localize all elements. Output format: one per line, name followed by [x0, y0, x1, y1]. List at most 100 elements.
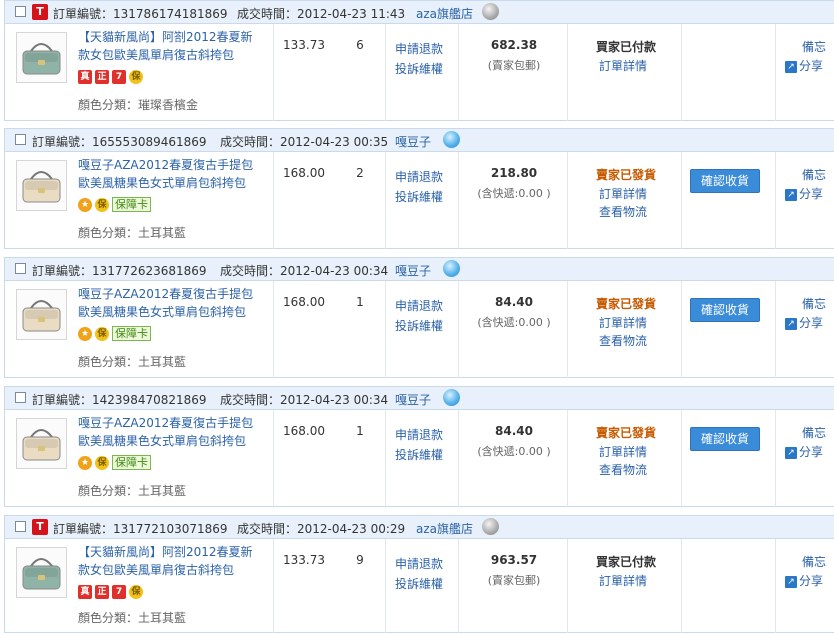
product-title-link[interactable]: 嘎豆子AZA2012春夏復古手提包歐美風糖果色女式單肩包斜挎包 — [78, 156, 263, 192]
product-thumbnail[interactable] — [16, 547, 67, 598]
confirm-receipt-button[interactable]: 確認收貨 — [690, 427, 760, 451]
shipping-note: (賣家包郵) — [487, 59, 541, 72]
refund-link[interactable]: 申請退款 — [395, 168, 443, 185]
view-logistics-link[interactable]: 查看物流 — [599, 332, 647, 349]
refund-link[interactable]: 申請退款 — [395, 297, 443, 314]
wangwang-chat-icon[interactable] — [443, 260, 460, 277]
column-divider — [458, 24, 459, 121]
product-title-link[interactable]: 嘎豆子AZA2012春夏復古手提包歐美風糖果色女式單肩包斜挎包 — [78, 285, 263, 321]
order-detail-link[interactable]: 訂單詳情 — [599, 314, 647, 331]
medal-icon[interactable]: ★ — [78, 455, 92, 470]
service-badge-icon[interactable]: 正 — [95, 584, 109, 599]
product-thumbnail[interactable] — [16, 160, 67, 211]
share-link[interactable]: ↗ 分享 — [785, 185, 823, 202]
wangwang-chat-icon[interactable] — [482, 3, 499, 20]
order-checkbox[interactable] — [15, 392, 26, 403]
product-thumbnail[interactable] — [16, 32, 67, 83]
memo-link[interactable]: 備忘 — [802, 553, 826, 570]
complaint-link[interactable]: 投訴維權 — [395, 188, 443, 205]
memo-link[interactable]: 備忘 — [802, 38, 826, 55]
order-checkbox[interactable] — [15, 521, 26, 532]
confirm-receipt-button[interactable]: 確認收貨 — [690, 169, 760, 193]
service-badges: ★ 保保障卡 — [78, 197, 151, 215]
deal-time: 成交時間：2012-04-23 00:34 — [220, 264, 389, 278]
quantity: 1 — [356, 424, 364, 438]
seller-link[interactable]: aza旗艦店 — [416, 520, 473, 537]
service-badge-icon[interactable]: 7 — [112, 69, 126, 84]
share-link[interactable]: ↗ 分享 — [785, 572, 823, 589]
product-thumbnail[interactable] — [16, 289, 67, 340]
order-checkbox[interactable] — [15, 6, 26, 17]
order-list: T 訂單編號：131786174181869 成交時間：2012-04-23 11:… — [0, 0, 834, 633]
order-header: T 訂單編號：131786174181869 成交時間：2012-04-23 11:… — [5, 1, 834, 24]
column-divider — [775, 24, 776, 121]
complaint-link[interactable]: 投訴維權 — [395, 575, 443, 592]
unit-price: 133.73 — [283, 553, 325, 567]
complaint-link[interactable]: 投訴維權 — [395, 60, 443, 77]
view-logistics-link[interactable]: 查看物流 — [599, 461, 647, 478]
seller-link[interactable]: 嘎豆子 — [395, 133, 431, 150]
wangwang-chat-icon[interactable] — [443, 389, 460, 406]
order-header: T 訂單編號：131772103071869 成交時間：2012-04-23 00:… — [5, 516, 834, 539]
guarantee-card-badge[interactable]: 保障卡 — [112, 326, 151, 341]
share-link[interactable]: ↗ 分享 — [785, 314, 823, 331]
view-logistics-link[interactable]: 查看物流 — [599, 203, 647, 220]
product-title-link[interactable]: 【天貓新風尚】阿劄2012春夏新款女包歐美風單肩復古斜挎包 — [78, 28, 263, 64]
service-badge-icon[interactable]: 真 — [78, 69, 92, 84]
unit-price: 168.00 — [283, 424, 325, 438]
service-badge-icon[interactable]: 7 — [112, 584, 126, 599]
order-detail-link[interactable]: 訂單詳情 — [599, 57, 647, 74]
memo-link[interactable]: 備忘 — [802, 166, 826, 183]
order-header: 訂單編號：165553089461869 成交時間：2012-04-23 00:3… — [5, 129, 834, 152]
order-total: 84.40 — [495, 424, 533, 438]
refund-link[interactable]: 申請退款 — [395, 426, 443, 443]
wangwang-chat-icon[interactable] — [443, 131, 460, 148]
handbag-icon — [22, 300, 61, 332]
refund-link[interactable]: 申請退款 — [395, 40, 443, 57]
order-detail-link[interactable]: 訂單詳情 — [599, 185, 647, 202]
order-status: 買家已付款 — [595, 40, 656, 54]
product-thumbnail[interactable] — [16, 418, 67, 469]
order-status: 賣家已發貨 — [595, 297, 656, 311]
wangwang-chat-icon[interactable] — [482, 518, 499, 535]
deal-time: 成交時間：2012-04-23 00:34 — [220, 393, 389, 407]
memo-link[interactable]: 備忘 — [802, 424, 826, 441]
quantity: 2 — [356, 166, 364, 180]
complaint-link[interactable]: 投訴維權 — [395, 446, 443, 463]
service-badge-icon[interactable]: 正 — [95, 69, 109, 84]
product-title-link[interactable]: 嘎豆子AZA2012春夏復古手提包歐美風糖果色女式單肩包斜挎包 — [78, 414, 263, 450]
share-icon: ↗ — [785, 317, 797, 330]
guarantee-icon[interactable]: 保 — [95, 197, 109, 212]
order-checkbox[interactable] — [15, 263, 26, 274]
unit-price: 168.00 — [283, 166, 325, 180]
guarantee-card-badge[interactable]: 保障卡 — [112, 455, 151, 470]
seller-link[interactable]: 嘎豆子 — [395, 262, 431, 279]
guarantee-card-badge[interactable]: 保障卡 — [112, 197, 151, 212]
memo-link[interactable]: 備忘 — [802, 295, 826, 312]
confirm-receipt-button[interactable]: 確認收貨 — [690, 298, 760, 322]
column-divider — [567, 539, 568, 633]
share-icon: ↗ — [785, 60, 797, 73]
order-detail-link[interactable]: 訂單詳情 — [599, 572, 647, 589]
refund-link[interactable]: 申請退款 — [395, 555, 443, 572]
seller-link[interactable]: aza旗艦店 — [416, 5, 473, 22]
medal-icon[interactable]: ★ — [78, 326, 92, 341]
column-divider — [775, 152, 776, 249]
medal-icon[interactable]: ★ — [78, 197, 92, 212]
guarantee-icon[interactable]: 保 — [95, 326, 109, 341]
seller-link[interactable]: 嘎豆子 — [395, 391, 431, 408]
order-number: 訂單編號：131772623681869 — [32, 264, 207, 278]
guarantee-icon[interactable]: 保 — [129, 584, 143, 599]
product-title-link[interactable]: 【天貓新風尚】阿劄2012春夏新款女包歐美風單肩復古斜挎包 — [78, 543, 263, 579]
order-checkbox[interactable] — [15, 134, 26, 145]
guarantee-icon[interactable]: 保 — [95, 455, 109, 470]
order-body: 【天貓新風尚】阿劄2012春夏新款女包歐美風單肩復古斜挎包真正 7 保顏色分類：土耳… — [5, 539, 834, 633]
complaint-link[interactable]: 投訴維權 — [395, 317, 443, 334]
order-detail-link[interactable]: 訂單詳情 — [599, 443, 647, 460]
guarantee-icon[interactable]: 保 — [129, 69, 143, 84]
column-divider — [567, 410, 568, 507]
share-link[interactable]: ↗ 分享 — [785, 57, 823, 74]
share-link[interactable]: ↗ 分享 — [785, 443, 823, 460]
service-badges: 真正7保 — [78, 584, 146, 602]
service-badge-icon[interactable]: 真 — [78, 584, 92, 599]
